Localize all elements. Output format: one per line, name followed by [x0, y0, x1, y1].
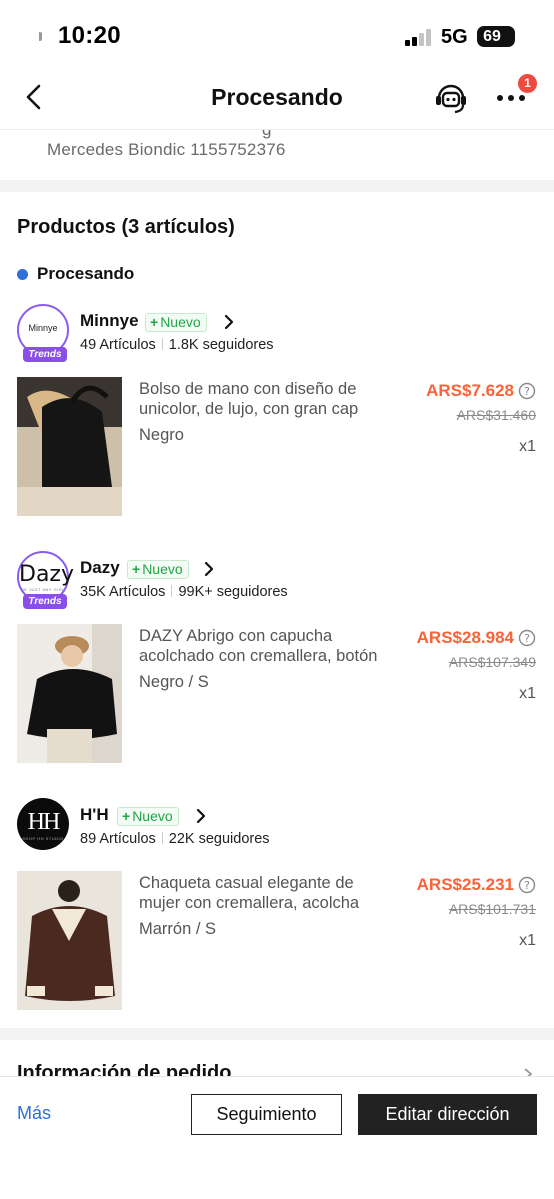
- product-title: DAZY Abrigo con capucha acolchado con cr…: [139, 627, 378, 665]
- chevron-right-icon: [196, 808, 206, 824]
- recipient-name-phone: Mercedes Biondic 1155752376: [47, 140, 286, 159]
- customer-service-button[interactable]: [434, 81, 468, 115]
- store-logo: Minnye Trends: [17, 304, 69, 362]
- notification-badge: 1: [518, 74, 537, 93]
- product-quantity: x1: [519, 438, 536, 455]
- tracking-button[interactable]: Seguimiento: [191, 1094, 342, 1135]
- battery-tip: [39, 32, 42, 41]
- cellular-signal-icon: [405, 28, 433, 46]
- more-link[interactable]: Más: [17, 1103, 51, 1124]
- page-title: Procesando: [211, 84, 343, 110]
- product-title: Bolso de mano con diseño de unicolor, de…: [139, 380, 359, 418]
- store-name: Dazy: [80, 558, 120, 577]
- trends-tag: Trends: [23, 347, 67, 362]
- store-logo: Dazy BE JUST ANY GIRL Trends: [17, 551, 74, 609]
- network-type: 5G: [441, 26, 468, 48]
- svg-text:?: ?: [524, 879, 530, 892]
- svg-text:?: ?: [524, 385, 530, 398]
- product-item[interactable]: Bolso de mano con diseño de unicolor, de…: [0, 377, 554, 517]
- store-header-dazy[interactable]: Dazy BE JUST ANY GIRL Trends Dazy + Nuevo…: [0, 551, 554, 611]
- bottom-action-bar: Más Seguimiento Editar dirección: [0, 1076, 554, 1199]
- chevron-right-icon: [204, 561, 214, 577]
- stats-divider: [171, 585, 173, 597]
- section-divider: [0, 180, 554, 192]
- product-original-price: ARS$107.349: [448, 654, 536, 670]
- product-price: ARS$25.231: [416, 875, 514, 894]
- store-name: H'H: [80, 805, 109, 824]
- store-articles: 49 Artículos: [80, 337, 156, 353]
- address-card[interactable]: g Mercedes Biondic 1155752376: [0, 130, 554, 180]
- store-logo-text: Dazy: [19, 562, 74, 587]
- new-store-badge: + Nuevo: [127, 560, 189, 579]
- products-title: Productos (3 artículos): [17, 216, 235, 238]
- chevron-right-icon: [224, 314, 234, 330]
- nav-bar: Procesando 1: [0, 64, 554, 130]
- product-image-puffer-coat: [17, 624, 122, 763]
- status-time: 10:20: [58, 22, 121, 49]
- product-price: ARS$28.984: [416, 628, 514, 647]
- sparkle-icon: +: [132, 561, 141, 577]
- product-quantity: x1: [519, 932, 536, 949]
- store-logo: HH SHOP HH STUDIO: [17, 798, 69, 850]
- stats-divider: [161, 338, 163, 350]
- store-header-minnye[interactable]: Minnye Trends Minnye + Nuevo 49 Artículos…: [0, 304, 554, 364]
- headset-robot-icon: [436, 84, 466, 114]
- store-logo-text: HH: [27, 809, 61, 835]
- product-variant: Marrón / S: [139, 920, 217, 938]
- product-variant: Negro: [139, 426, 184, 444]
- trends-tag: Trends: [23, 594, 67, 609]
- product-price: ARS$7.628: [426, 381, 514, 400]
- store-header-hh[interactable]: HH SHOP HH STUDIO H'H + Nuevo 89 Artículo…: [0, 798, 554, 858]
- section-divider: [0, 1028, 554, 1040]
- products-section: Productos (3 artículos) Procesando Minny…: [0, 192, 554, 1028]
- store-stats: 35K Artículos 99K+ seguidores: [80, 584, 288, 600]
- store-logo-subtext: BE JUST ANY GIRL: [21, 587, 65, 592]
- order-info-row[interactable]: Información de pedido: [0, 1040, 554, 1080]
- product-title: Chaqueta casual elegante de mujer con cr…: [139, 874, 360, 912]
- address-line-partial: g: [262, 130, 271, 140]
- product-item[interactable]: Chaqueta casual elegante de mujer con cr…: [0, 871, 554, 1011]
- edit-address-button[interactable]: Editar dirección: [358, 1094, 537, 1135]
- status-dot-icon: [17, 269, 28, 280]
- store-logo-text: Minnye: [28, 323, 58, 333]
- product-image-bag: [17, 377, 122, 516]
- stats-divider: [161, 832, 163, 844]
- product-item[interactable]: DAZY Abrigo con capucha acolchado con cr…: [0, 624, 554, 764]
- new-store-badge: + Nuevo: [117, 807, 179, 826]
- price-help-icon[interactable]: ?: [518, 629, 536, 647]
- status-label: Procesando: [37, 264, 135, 283]
- price-help-icon[interactable]: ?: [518, 876, 536, 894]
- store-stats: 49 Artículos 1.8K seguidores: [80, 337, 274, 353]
- new-badge-label: Nuevo: [142, 561, 183, 577]
- product-original-price: ARS$31.460: [456, 407, 536, 423]
- svg-text:?: ?: [524, 632, 530, 645]
- status-bar: 10:20 5G 69: [0, 0, 554, 64]
- store-articles: 35K Artículos: [80, 584, 166, 600]
- store-name: Minnye: [80, 311, 139, 330]
- store-followers: 99K+ seguidores: [178, 584, 288, 600]
- sparkle-icon: +: [150, 314, 159, 330]
- product-quantity: x1: [519, 685, 536, 702]
- product-original-price: ARS$101.731: [448, 901, 536, 917]
- battery-level: 69: [483, 28, 501, 45]
- product-image-jacket: [17, 871, 122, 1010]
- store-stats: 89 Artículos 22K seguidores: [80, 831, 270, 847]
- product-variant: Negro / S: [139, 673, 209, 691]
- new-badge-label: Nuevo: [132, 808, 173, 824]
- store-followers: 22K seguidores: [168, 831, 270, 847]
- sparkle-icon: +: [122, 808, 131, 824]
- battery-icon: 69: [477, 26, 515, 47]
- new-store-badge: + Nuevo: [145, 313, 207, 332]
- new-badge-label: Nuevo: [160, 314, 201, 330]
- price-help-icon[interactable]: ?: [518, 382, 536, 400]
- store-logo-subtext: SHOP HH STUDIO: [22, 836, 64, 841]
- store-followers: 1.8K seguidores: [168, 337, 274, 353]
- store-articles: 89 Artículos: [80, 831, 156, 847]
